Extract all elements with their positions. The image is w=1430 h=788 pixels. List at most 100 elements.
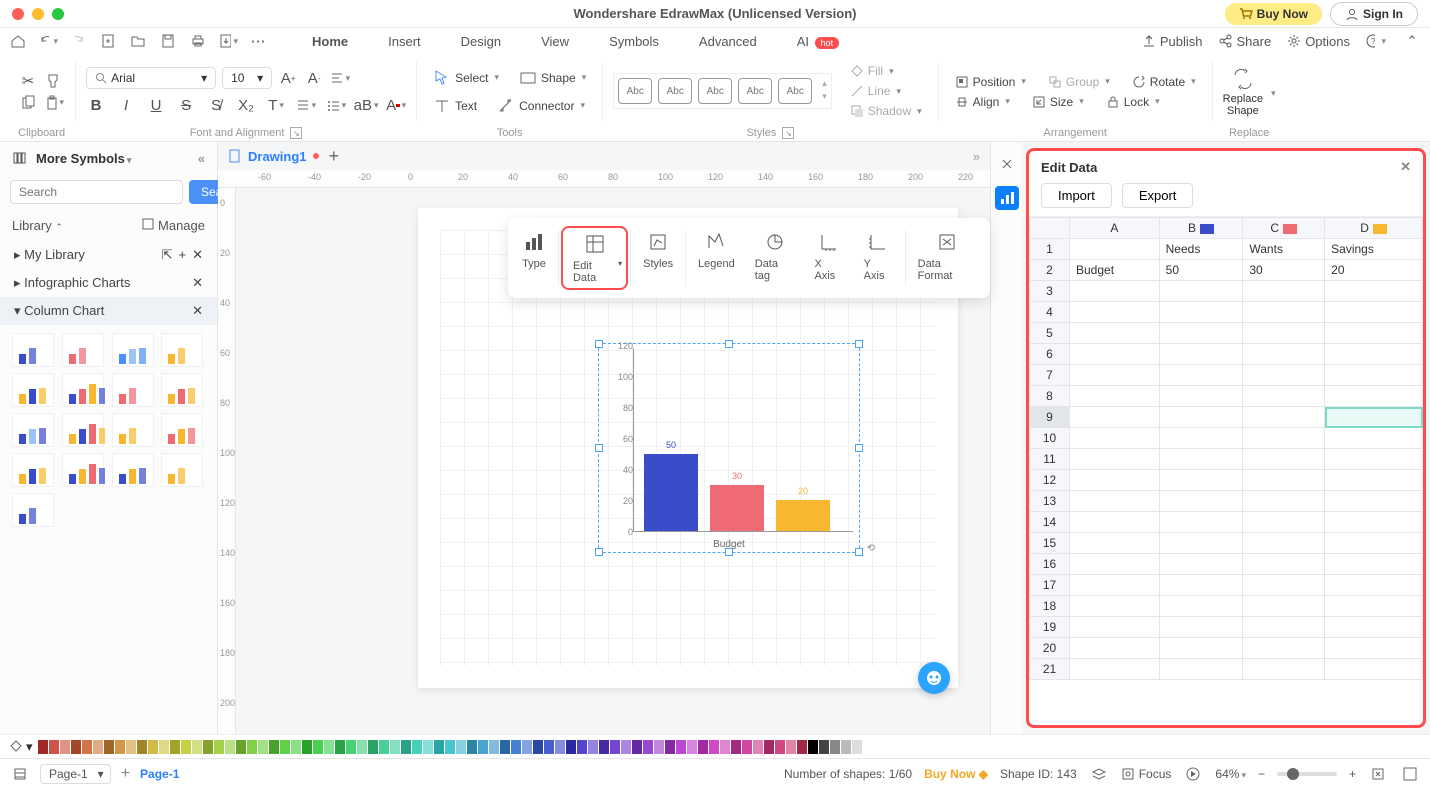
resize-handle[interactable] (595, 340, 603, 348)
font-launcher[interactable]: ↘ (290, 127, 302, 139)
color-swatch[interactable] (280, 740, 290, 754)
rail-chart-button[interactable] (995, 186, 1019, 210)
connector-tool[interactable]: Connector (491, 95, 591, 117)
align-obj-button[interactable]: Align (949, 93, 1016, 111)
sheet-cell[interactable] (1070, 302, 1160, 323)
col-header[interactable]: C (1243, 218, 1325, 239)
color-swatch[interactable] (148, 740, 158, 754)
tab-insert[interactable]: Insert (368, 30, 441, 53)
color-swatch[interactable] (137, 740, 147, 754)
color-swatch[interactable] (742, 740, 752, 754)
sheet-cell[interactable] (1243, 575, 1325, 596)
sheet-cell[interactable] (1243, 491, 1325, 512)
tab-ai[interactable]: AI hot (777, 30, 859, 53)
resize-handle[interactable] (855, 340, 863, 348)
chart-thumb[interactable] (161, 413, 203, 447)
fill-color-button[interactable]: ▾ (8, 739, 33, 755)
sheet-cell[interactable] (1159, 617, 1243, 638)
col-header[interactable]: D (1325, 218, 1423, 239)
col-header[interactable]: B (1159, 218, 1243, 239)
add-tab-button[interactable]: + (329, 146, 340, 167)
sheet-cell[interactable] (1070, 344, 1160, 365)
color-swatch[interactable] (379, 740, 389, 754)
color-swatch[interactable] (269, 740, 279, 754)
tab-advanced[interactable]: Advanced (679, 30, 777, 53)
row-header[interactable]: 14 (1030, 512, 1070, 533)
gallery-down[interactable]: ▾ (822, 91, 827, 102)
column-chart-category[interactable]: ▾ Column Chart ✕ (0, 297, 217, 325)
add-page-button[interactable]: + (121, 765, 130, 783)
color-swatch[interactable] (247, 740, 257, 754)
symbol-search-input[interactable] (10, 180, 183, 204)
color-swatch[interactable] (720, 740, 730, 754)
chart-format-button[interactable]: Data Format (908, 226, 986, 290)
fullscreen-button[interactable] (1400, 764, 1420, 784)
chart-object[interactable]: ⟲ 020406080100120 503020 Budget (598, 343, 860, 553)
row-header[interactable]: 12 (1030, 470, 1070, 491)
color-swatch[interactable] (115, 740, 125, 754)
row-header[interactable]: 1 (1030, 239, 1070, 260)
spacing-button[interactable] (296, 95, 316, 115)
color-swatch[interactable] (632, 740, 642, 754)
sheet-cell[interactable] (1243, 554, 1325, 575)
sheet-cell[interactable] (1325, 365, 1423, 386)
infographic-category[interactable]: ▸ Infographic Charts ✕ (0, 269, 217, 297)
row-header[interactable]: 21 (1030, 659, 1070, 680)
cut-button[interactable]: ✂ (18, 71, 38, 91)
sheet-cell[interactable]: Needs (1159, 239, 1243, 260)
col-header[interactable]: A (1070, 218, 1160, 239)
color-swatch[interactable] (665, 740, 675, 754)
sheet-cell[interactable] (1325, 554, 1423, 575)
fill-button[interactable]: Fill (844, 62, 928, 80)
sheet-cell[interactable]: 30 (1243, 260, 1325, 281)
data-sheet[interactable]: ABCD1NeedsWantsSavings2Budget50302034567… (1029, 216, 1423, 725)
color-swatch[interactable] (764, 740, 774, 754)
sheet-cell[interactable] (1159, 575, 1243, 596)
sheet-cell[interactable] (1243, 365, 1325, 386)
sheet-cell[interactable] (1325, 407, 1423, 428)
size-button[interactable]: Size (1026, 93, 1090, 111)
color-swatch[interactable] (357, 740, 367, 754)
sheet-cell[interactable] (1159, 386, 1243, 407)
col-close-icon[interactable]: ✕ (192, 303, 203, 319)
options-button[interactable]: Options (1287, 34, 1350, 49)
format-painter[interactable] (44, 71, 64, 91)
sheet-cell[interactable]: 50 (1159, 260, 1243, 281)
sheet-cell[interactable] (1070, 470, 1160, 491)
color-swatch[interactable] (841, 740, 851, 754)
sheet-cell[interactable] (1070, 659, 1160, 680)
style-preset[interactable]: Abc (738, 78, 772, 104)
align-button[interactable] (330, 68, 350, 88)
decrease-font[interactable]: A- (304, 68, 324, 88)
save-button[interactable] (158, 31, 178, 51)
mylibrary-category[interactable]: ▸ My Library ⇱ + ✕ (0, 241, 217, 269)
color-swatch[interactable] (346, 740, 356, 754)
buy-now-button[interactable]: Buy Now (1225, 3, 1322, 25)
sheet-cell[interactable] (1159, 512, 1243, 533)
color-swatch[interactable] (643, 740, 653, 754)
shadow-button[interactable]: Shadow (844, 102, 928, 120)
color-swatch[interactable] (225, 740, 235, 754)
style-preset[interactable]: Abc (698, 78, 732, 104)
bold-button[interactable]: B (86, 95, 106, 115)
color-swatch[interactable] (60, 740, 70, 754)
print-button[interactable] (188, 31, 208, 51)
export-button[interactable] (218, 31, 238, 51)
row-header[interactable]: 17 (1030, 575, 1070, 596)
zoom-icon[interactable] (52, 8, 64, 20)
font-family-select[interactable]: Arial▾ (86, 67, 216, 89)
color-swatch[interactable] (258, 740, 268, 754)
chart-thumb[interactable] (12, 333, 54, 367)
sheet-cell[interactable] (1159, 596, 1243, 617)
color-swatch[interactable] (753, 740, 763, 754)
paste-button[interactable] (44, 93, 64, 113)
sheet-cell[interactable]: Savings (1325, 239, 1423, 260)
style-gallery[interactable]: Abc Abc Abc Abc Abc ▴ ▾ (613, 73, 832, 109)
export-button[interactable]: Export (1122, 183, 1194, 208)
position-button[interactable]: Position (949, 73, 1032, 91)
color-swatch[interactable] (49, 740, 59, 754)
sheet-cell[interactable] (1325, 302, 1423, 323)
zoom-in[interactable]: + (1349, 767, 1356, 781)
sheet-cell[interactable] (1159, 323, 1243, 344)
sheet-cell[interactable] (1159, 407, 1243, 428)
